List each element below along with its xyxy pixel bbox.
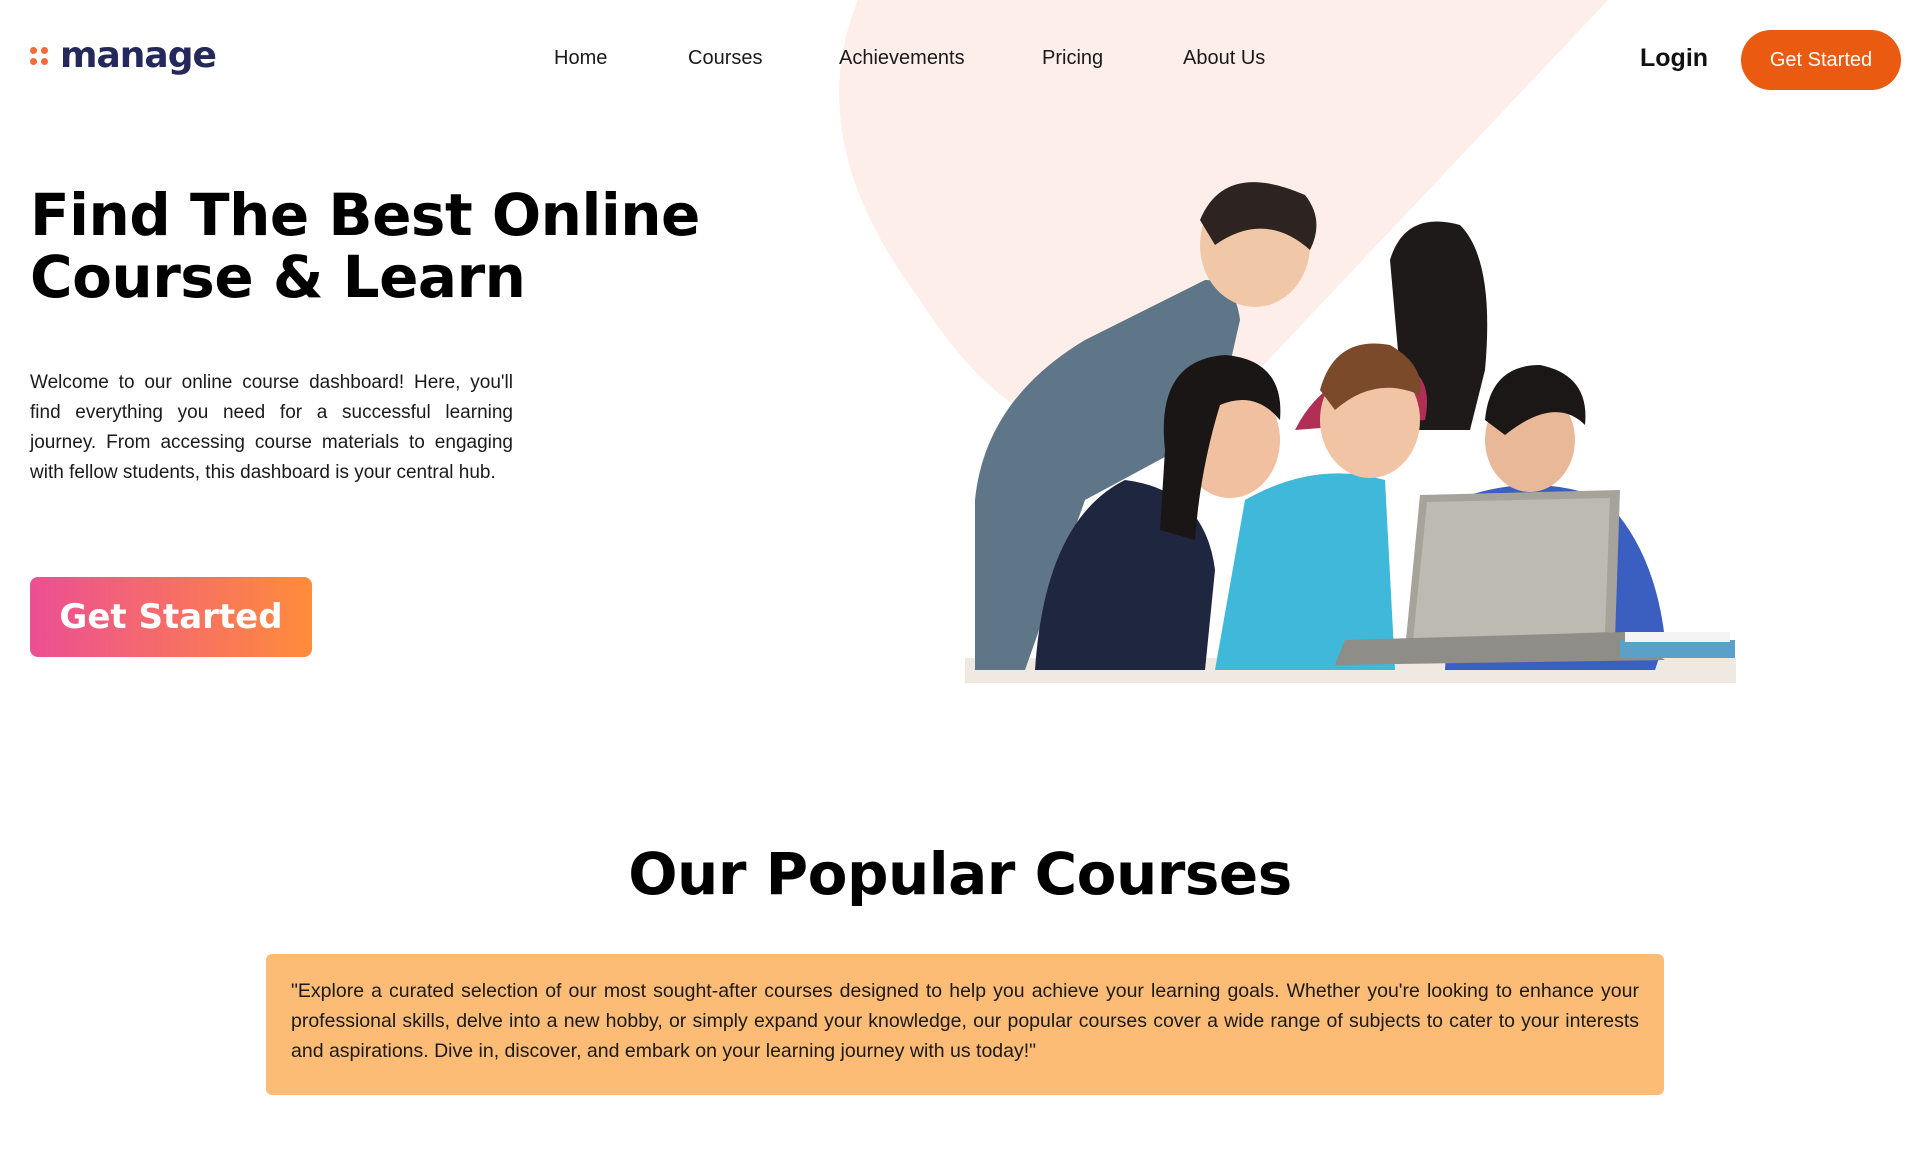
hero-students-image bbox=[965, 182, 1736, 683]
hero-get-started-button[interactable]: Get Started bbox=[30, 577, 312, 657]
main-nav: Home Courses Achievements Pricing About … bbox=[0, 47, 1920, 77]
nav-home[interactable]: Home bbox=[554, 47, 607, 70]
site-header: manage Home Courses Achievements Pricing… bbox=[0, 0, 1920, 122]
hero-title-line-2: Course & Learn bbox=[30, 243, 526, 311]
nav-courses[interactable]: Courses bbox=[688, 47, 762, 70]
nav-pricing[interactable]: Pricing bbox=[1042, 47, 1103, 70]
popular-courses-title: Our Popular Courses bbox=[628, 840, 1292, 908]
nav-achievements[interactable]: Achievements bbox=[839, 47, 965, 70]
hero-description: Welcome to our online course dashboard! … bbox=[30, 372, 513, 483]
header-get-started-button[interactable]: Get Started bbox=[1741, 30, 1901, 90]
nav-about-us[interactable]: About Us bbox=[1183, 47, 1265, 70]
popular-courses-quote: "Explore a curated selection of our most… bbox=[266, 954, 1664, 1095]
hero-title-line-1: Find The Best Online bbox=[30, 181, 700, 249]
login-link[interactable]: Login bbox=[1640, 44, 1708, 73]
hero-title: Find The Best Online Course & Learn bbox=[30, 184, 730, 308]
